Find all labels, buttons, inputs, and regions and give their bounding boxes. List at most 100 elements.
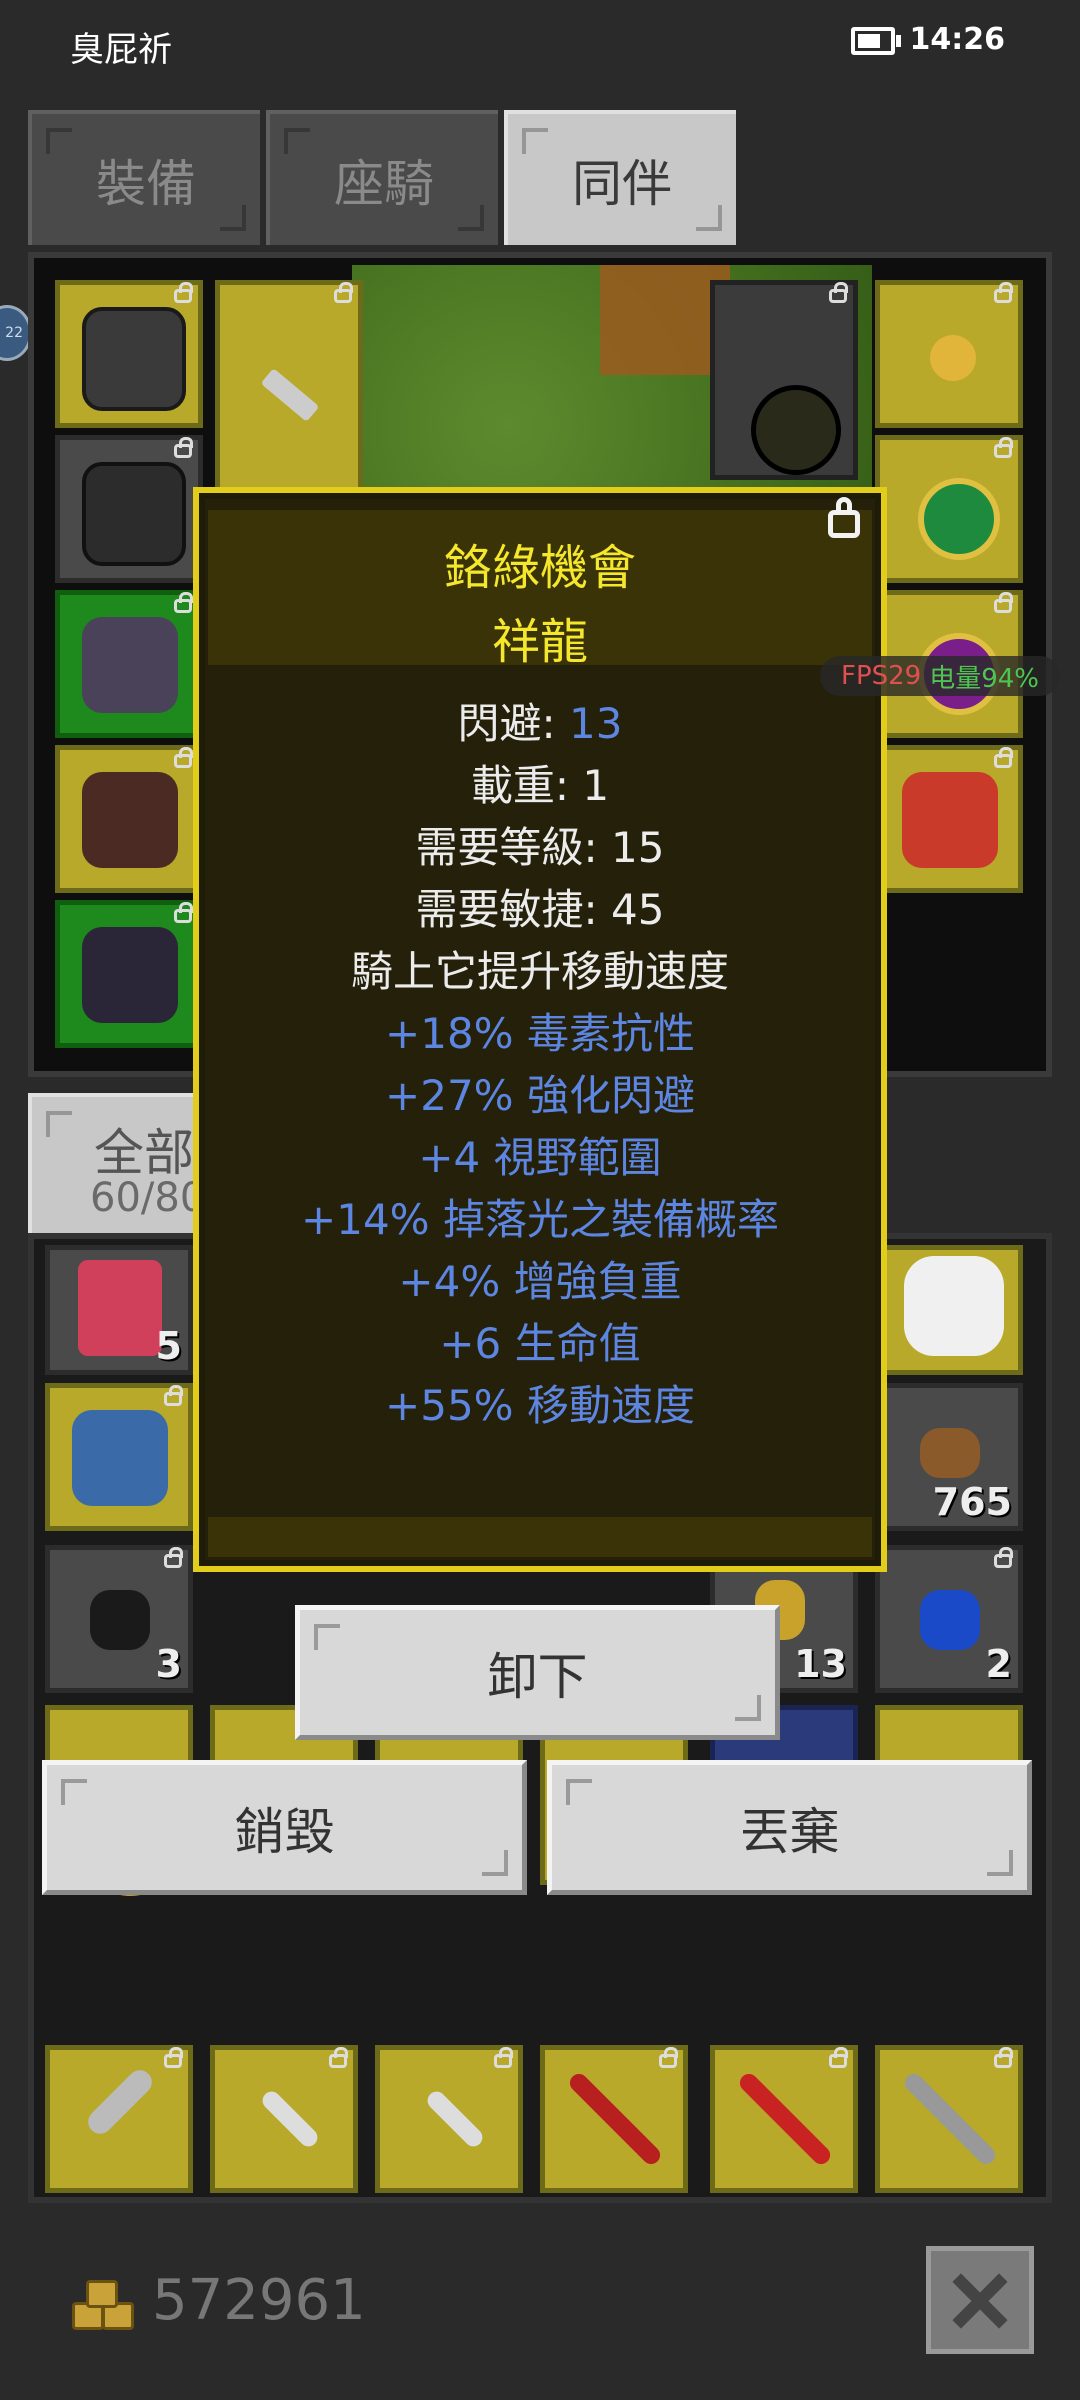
equip-slot-armor[interactable]	[55, 435, 203, 583]
inventory-slot[interactable]: 3	[45, 1545, 193, 1693]
stat-required-agility: 需要敏捷: 45	[415, 885, 665, 934]
discard-button[interactable]: 丟棄	[547, 1760, 1032, 1895]
ore-icon	[920, 1428, 980, 1478]
inventory-slot[interactable]	[875, 1245, 1023, 1375]
stat-evasion: 閃避: 13	[193, 690, 887, 751]
lock-icon	[164, 1547, 183, 1568]
red-sword-icon	[736, 2070, 834, 2168]
shield-icon	[751, 385, 841, 475]
lock-icon	[994, 2047, 1013, 2068]
inventory-count: 60/80	[90, 1175, 206, 1221]
dragon-mount-icon	[902, 772, 998, 868]
status-bar: 臭屁祈 14:26	[0, 0, 1080, 90]
tab-mount-label: 座騎	[334, 154, 434, 213]
sapphire-icon	[920, 1590, 980, 1650]
inventory-slot[interactable]	[210, 2045, 358, 2193]
inventory-slot[interactable]: 2	[875, 1545, 1023, 1693]
equip-slot-boots[interactable]	[55, 745, 203, 893]
tab-companion-label: 同伴	[572, 154, 672, 213]
bonus-line: +6 生命值	[439, 1319, 641, 1368]
status-app-name: 臭屁祈	[70, 30, 172, 70]
destroy-label: 銷毀	[234, 1802, 335, 1861]
coal-icon	[90, 1590, 150, 1650]
stat-required-level: 需要等級: 15	[415, 823, 665, 872]
gold-coins-icon	[72, 2278, 134, 2330]
pet-icon	[82, 927, 178, 1023]
lock-icon	[164, 2047, 183, 2068]
inventory-slot[interactable]	[45, 1383, 193, 1531]
lock-icon	[174, 592, 193, 613]
bonus-line: +27% 強化閃避	[385, 1071, 695, 1120]
lock-icon	[829, 282, 848, 303]
gold-amount: 572961	[152, 2268, 366, 2333]
inventory-slot[interactable]	[540, 2045, 688, 2193]
bonus-line: +14% 掉落光之裝備概率	[301, 1195, 779, 1244]
helmet-icon	[82, 307, 186, 411]
inventory-slot[interactable]: 765	[875, 1383, 1023, 1531]
inventory-slot[interactable]: 5	[45, 1245, 193, 1375]
item-count: 2	[985, 1642, 1012, 1686]
tooltip-footer	[208, 1517, 872, 1557]
knife-icon	[423, 2087, 487, 2151]
bonus-line: +18% 毒素抗性	[385, 1009, 695, 1058]
equip-slot-pet[interactable]	[55, 900, 203, 1048]
tab-companion[interactable]: 同伴	[504, 110, 736, 245]
equip-slot-gloves[interactable]	[55, 590, 203, 738]
item-name: 鉻綠機會	[443, 540, 636, 596]
red-sword-icon	[566, 2070, 664, 2168]
lock-icon	[329, 2047, 348, 2068]
lock-icon	[659, 2047, 678, 2068]
destroy-button[interactable]: 銷毀	[42, 1760, 527, 1895]
equip-slot-ring-1[interactable]	[875, 435, 1023, 583]
snowman-icon	[904, 1256, 1004, 1356]
battery-level: 电量94%	[929, 663, 1040, 694]
inventory-filter-tab[interactable]: 全部 60/80	[28, 1093, 205, 1233]
lock-icon	[494, 2047, 513, 2068]
boots-icon	[82, 772, 178, 868]
lock-icon	[174, 747, 193, 768]
stat-label: 閃避:	[457, 699, 570, 748]
inventory-slot[interactable]	[45, 2045, 193, 2193]
lock-icon	[994, 592, 1013, 613]
lock-icon	[334, 282, 353, 303]
item-count: 3	[155, 1642, 182, 1686]
unequip-button[interactable]: 卸下	[295, 1605, 780, 1740]
fps-counter: FPS29	[840, 661, 922, 691]
lock-icon	[174, 282, 193, 303]
stat-description: 騎上它提升移動速度	[350, 947, 729, 996]
tab-mount[interactable]: 座騎	[266, 110, 498, 245]
stat-value: 13	[569, 699, 623, 748]
lock-icon	[994, 282, 1013, 303]
close-icon[interactable]	[926, 2246, 1034, 2354]
bonus-line: +4% 增強負重	[398, 1257, 682, 1306]
battery-icon	[851, 27, 901, 55]
armor-icon	[82, 462, 186, 566]
inventory-slot[interactable]	[375, 2045, 523, 2193]
hammer-icon	[83, 2065, 157, 2139]
gift-icon	[78, 1260, 162, 1356]
lock-icon	[174, 902, 193, 923]
item-type: 祥龍	[491, 614, 588, 670]
equip-slot-helmet[interactable]	[55, 280, 203, 428]
fps-overlay: FPS29 电量94%	[820, 656, 1060, 696]
stat-carry: 載重: 1	[470, 761, 610, 810]
equip-slot-weapon[interactable]	[215, 280, 363, 500]
necklace-icon	[930, 335, 976, 381]
bonus-line: +4 視野範圍	[418, 1133, 662, 1182]
lock-icon	[994, 747, 1013, 768]
unequip-label: 卸下	[487, 1647, 588, 1706]
gloves-icon	[82, 617, 178, 713]
lock-icon	[994, 1547, 1013, 1568]
inventory-slot[interactable]	[875, 2045, 1023, 2193]
equip-slot-necklace[interactable]	[875, 280, 1023, 428]
discard-label: 丟棄	[739, 1802, 840, 1861]
bonus-line: +55% 移動速度	[385, 1381, 695, 1430]
equip-slot-offhand[interactable]	[710, 280, 858, 480]
inventory-slot[interactable]	[710, 2045, 858, 2193]
lock-icon	[994, 437, 1013, 458]
ring-icon	[918, 478, 1000, 560]
equip-slot-mount[interactable]	[875, 745, 1023, 893]
item-count: 765	[932, 1480, 1012, 1524]
knife-icon	[260, 368, 320, 422]
tab-equipment[interactable]: 裝備	[28, 110, 260, 245]
